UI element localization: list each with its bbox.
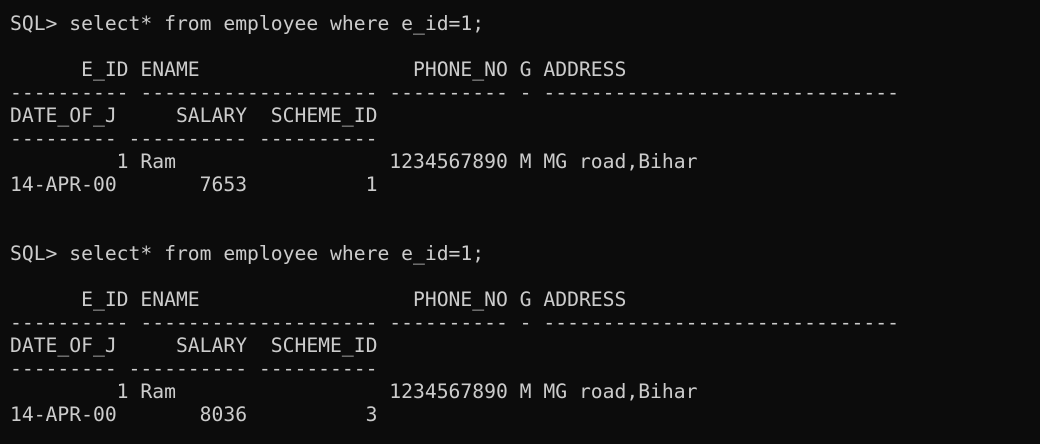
result-row: 14-APR-00 8036 3 (10, 403, 378, 426)
terminal-output[interactable]: SQL> select* from employee where e_id=1;… (10, 12, 1030, 426)
result-row: 14-APR-00 7653 1 (10, 173, 378, 196)
result-row: 1 Ram 1234567890 M MG road,Bihar (10, 380, 698, 403)
column-header-row: DATE_OF_J SALARY SCHEME_ID (10, 104, 378, 127)
column-header-row: E_ID ENAME PHONE_NO G ADDRESS (10, 288, 627, 311)
sql-prompt-line: SQL> select* from employee where e_id=1; (10, 12, 485, 35)
column-separator-row: ---------- -------------------- --------… (10, 311, 899, 334)
sql-prompt-line: SQL> select* from employee where e_id=1; (10, 242, 485, 265)
column-separator-row: --------- ---------- ---------- (10, 357, 378, 380)
column-header-row: E_ID ENAME PHONE_NO G ADDRESS (10, 58, 627, 81)
column-separator-row: --------- ---------- ---------- (10, 127, 378, 150)
result-row: 1 Ram 1234567890 M MG road,Bihar (10, 150, 698, 173)
column-separator-row: ---------- -------------------- --------… (10, 81, 899, 104)
column-header-row: DATE_OF_J SALARY SCHEME_ID (10, 334, 378, 357)
